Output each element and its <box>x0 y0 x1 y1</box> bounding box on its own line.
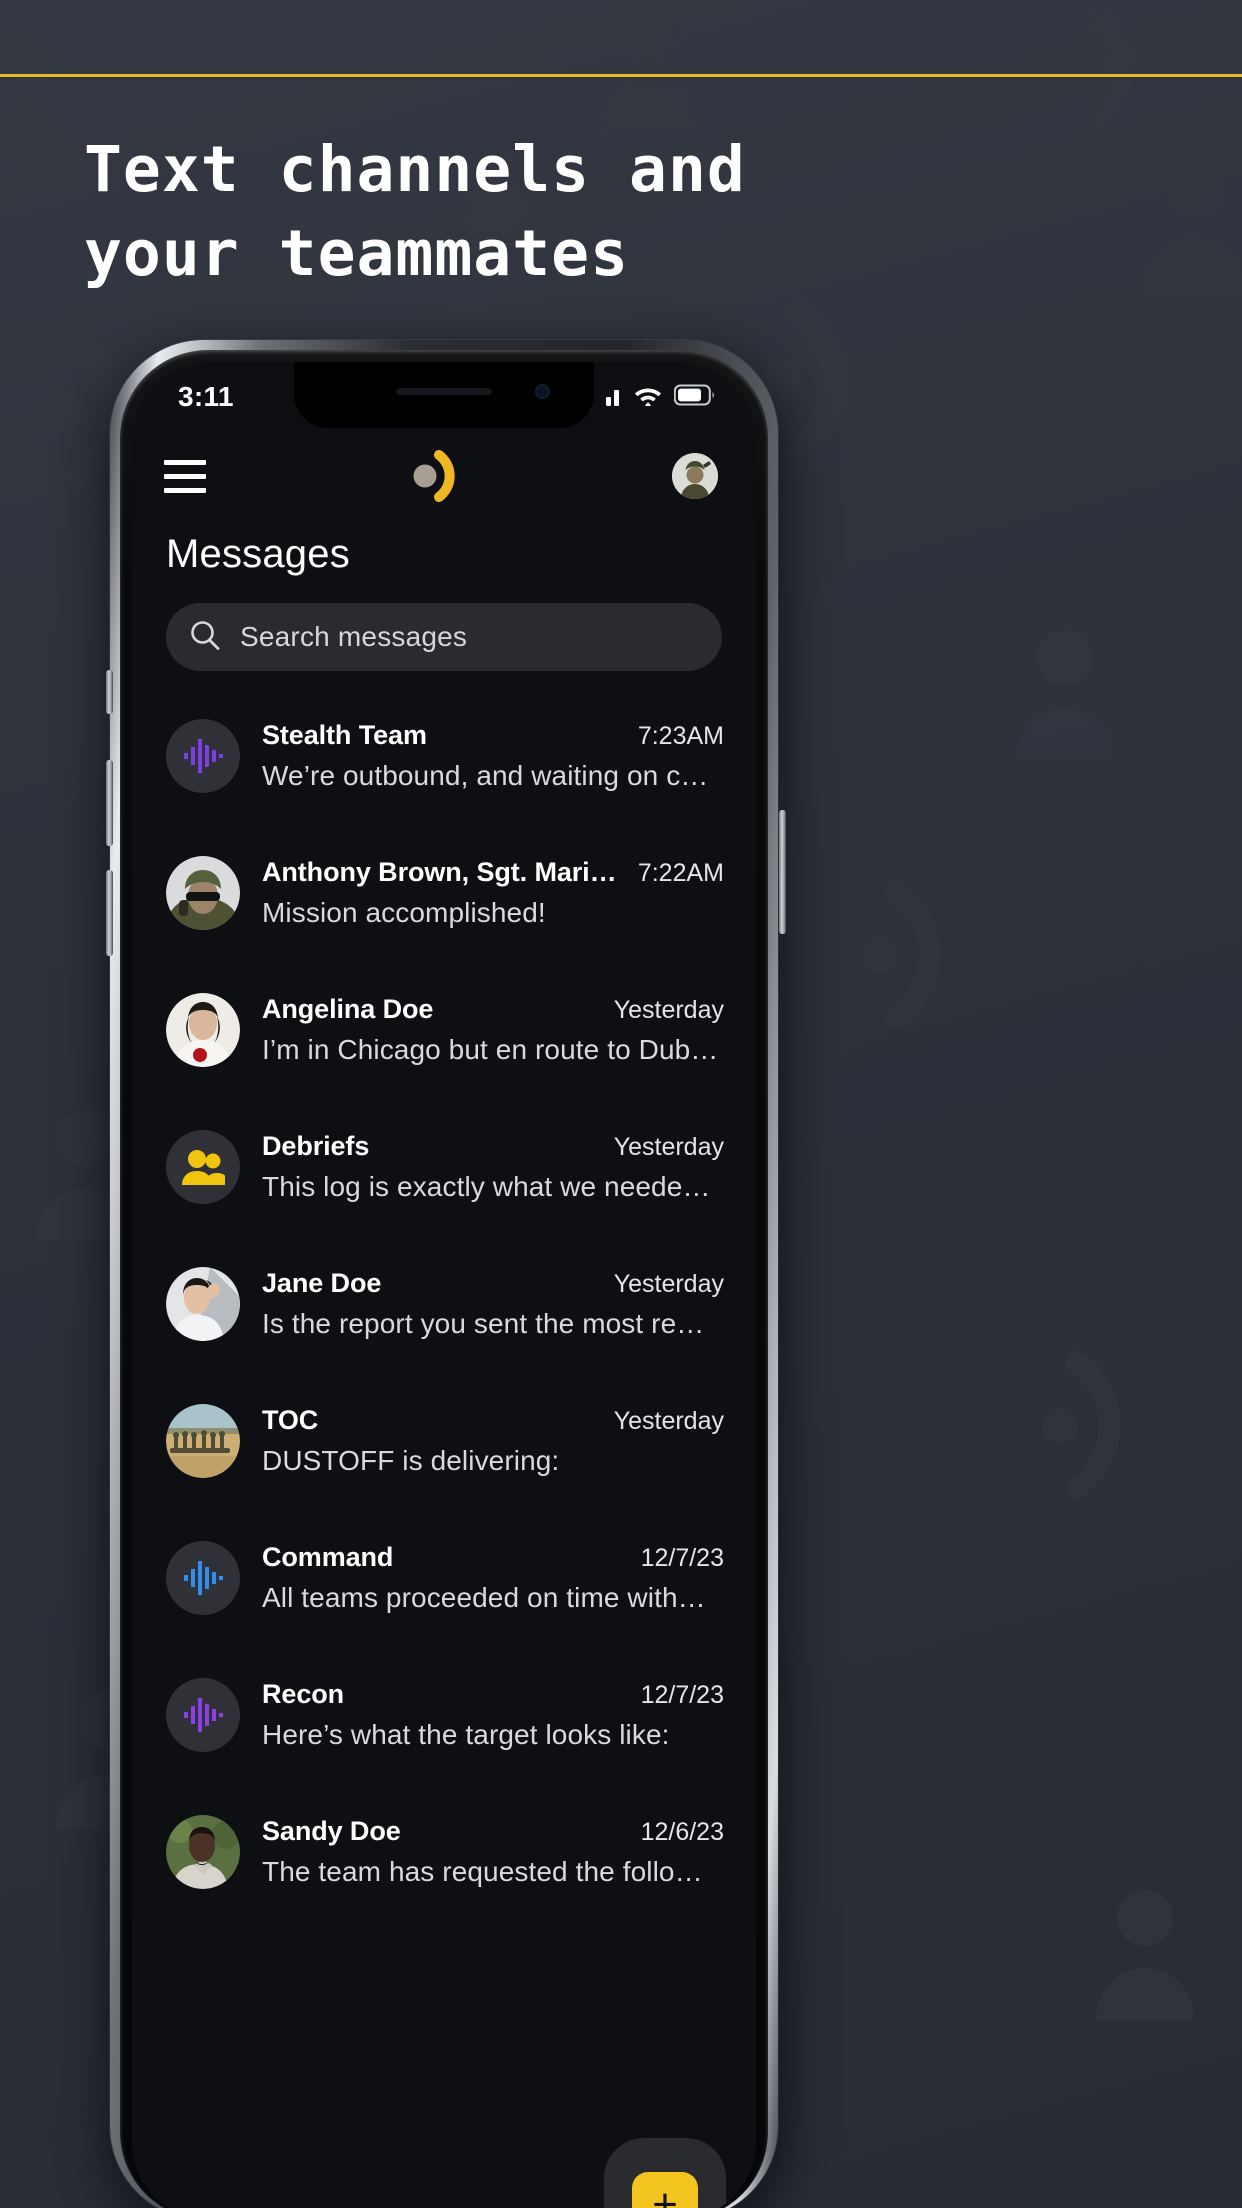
message-preview: The team has requested the follo… <box>262 1855 703 1887</box>
new-message-button[interactable]: + <box>632 2172 698 2208</box>
message-timestamp: Yesterday <box>613 1132 724 1161</box>
message-preview: We’re outbound, and waiting on c… <box>262 759 709 791</box>
message-preview: DUSTOFF is delivering: <box>262 1444 560 1476</box>
woman2-photo-icon <box>166 1266 240 1341</box>
search-icon <box>188 618 222 657</box>
message-preview: Mission accomplished! <box>262 896 546 928</box>
avatar <box>166 1540 240 1615</box>
table-row[interactable]: Debriefs Yesterday This log is exactly w… <box>166 1098 734 1235</box>
promo-headline: Text channels and your teammates <box>84 133 746 290</box>
table-row[interactable]: Recon 12/7/23 Here’s what the target loo… <box>166 1646 734 1783</box>
phone-volume-down-button[interactable] <box>106 870 113 956</box>
phone-mute-switch[interactable] <box>106 670 113 714</box>
message-content: Anthony Brown, Sgt. Marine Corps 7:22AM … <box>262 857 734 929</box>
status-icons <box>596 380 716 411</box>
phone-screen: 3:11 Messages Search messages Stealth Te… <box>132 362 756 2208</box>
message-timestamp: Yesterday <box>613 1269 724 1298</box>
accent-divider-line <box>0 74 1242 77</box>
search-placeholder: Search messages <box>240 621 468 652</box>
message-timestamp: 12/7/23 <box>640 1680 724 1709</box>
phone-power-button[interactable] <box>779 810 786 934</box>
conversation-name: Stealth Team <box>262 719 427 750</box>
fab-dock: + <box>604 2138 726 2208</box>
table-row[interactable]: TOC Yesterday DUSTOFF is delivering: <box>166 1372 734 1509</box>
avatar <box>166 1266 240 1341</box>
message-timestamp: 7:22AM <box>637 858 724 887</box>
page-title: Messages <box>166 532 350 576</box>
conversation-name: Jane Doe <box>262 1267 382 1298</box>
waveform-icon <box>184 1560 223 1595</box>
status-bar: 3:11 <box>132 362 756 428</box>
message-preview: All teams proceeded on time with… <box>262 1581 706 1613</box>
message-timestamp: Yesterday <box>613 1406 724 1435</box>
message-timestamp: 12/7/23 <box>640 1543 724 1572</box>
message-preview: Here’s what the target looks like: <box>262 1718 670 1750</box>
table-row[interactable]: Angelina Doe Yesterday I’m in Chicago bu… <box>166 961 734 1098</box>
table-row[interactable]: Jane Doe Yesterday Is the report you sen… <box>166 1235 734 1372</box>
message-list: Stealth Team 7:23AM We’re outbound, and … <box>132 687 756 1920</box>
search-input[interactable]: Search messages <box>166 603 722 671</box>
conversation-name: TOC <box>262 1404 319 1435</box>
message-content: Sandy Doe 12/6/23 The team has requested… <box>262 1816 734 1888</box>
avatar <box>166 1677 240 1752</box>
avatar <box>166 1814 240 1889</box>
table-row[interactable]: Command 12/7/23 All teams proceeded on t… <box>166 1509 734 1646</box>
group-people-icon <box>182 1149 225 1185</box>
conversation-name: Angelina Doe <box>262 993 434 1024</box>
status-time: 3:11 <box>178 381 234 412</box>
soldier-photo-icon <box>166 855 240 930</box>
message-preview: Is the report you sent the most re… <box>262 1307 705 1339</box>
conversation-name: Anthony Brown, Sgt. Marine Corps <box>262 856 624 887</box>
user-avatar[interactable] <box>672 453 718 499</box>
app-logo <box>409 448 469 504</box>
waveform-icon <box>184 738 223 773</box>
table-row[interactable]: Sandy Doe 12/6/23 The team has requested… <box>166 1783 734 1920</box>
conversation-name: Command <box>262 1541 394 1572</box>
desert-scene-icon <box>166 1403 240 1478</box>
message-timestamp: 12/6/23 <box>640 1817 724 1846</box>
message-content: Command 12/7/23 All teams proceeded on t… <box>262 1542 734 1614</box>
woman-photo-icon <box>166 992 240 1067</box>
avatar <box>166 1129 240 1204</box>
avatar <box>166 1403 240 1478</box>
message-timestamp: Yesterday <box>613 995 724 1024</box>
message-preview: I’m in Chicago but en route to Dub… <box>262 1033 719 1065</box>
avatar <box>166 855 240 930</box>
man-photo-icon <box>166 1814 240 1889</box>
waveform-icon <box>184 1697 223 1732</box>
message-preview: This log is exactly what we neede… <box>262 1170 711 1202</box>
conversation-name: Sandy Doe <box>262 1815 401 1846</box>
message-content: Debriefs Yesterday This log is exactly w… <box>262 1131 734 1203</box>
message-timestamp: 7:23AM <box>637 721 724 750</box>
table-row[interactable]: Stealth Team 7:23AM We’re outbound, and … <box>166 687 734 824</box>
message-content: Stealth Team 7:23AM We’re outbound, and … <box>262 720 734 792</box>
message-content: Angelina Doe Yesterday I’m in Chicago bu… <box>262 994 734 1066</box>
battery-icon <box>673 384 716 411</box>
hamburger-menu-icon[interactable] <box>164 459 206 493</box>
wifi-icon <box>633 384 663 411</box>
conversation-name: Debriefs <box>262 1130 370 1161</box>
message-content: Recon 12/7/23 Here’s what the target loo… <box>262 1679 734 1751</box>
phone-volume-up-button[interactable] <box>106 760 113 846</box>
table-row[interactable]: Anthony Brown, Sgt. Marine Corps 7:22AM … <box>166 824 734 961</box>
message-content: Jane Doe Yesterday Is the report you sen… <box>262 1268 734 1340</box>
signal-icon <box>596 384 622 411</box>
conversation-name: Recon <box>262 1678 345 1709</box>
phone-mockup: 3:11 Messages Search messages Stealth Te… <box>96 340 796 2208</box>
app-nav-bar <box>132 428 756 524</box>
search-section: Search messages <box>132 577 756 671</box>
avatar <box>166 992 240 1067</box>
message-content: TOC Yesterday DUSTOFF is delivering: <box>262 1405 734 1477</box>
avatar <box>166 718 240 793</box>
